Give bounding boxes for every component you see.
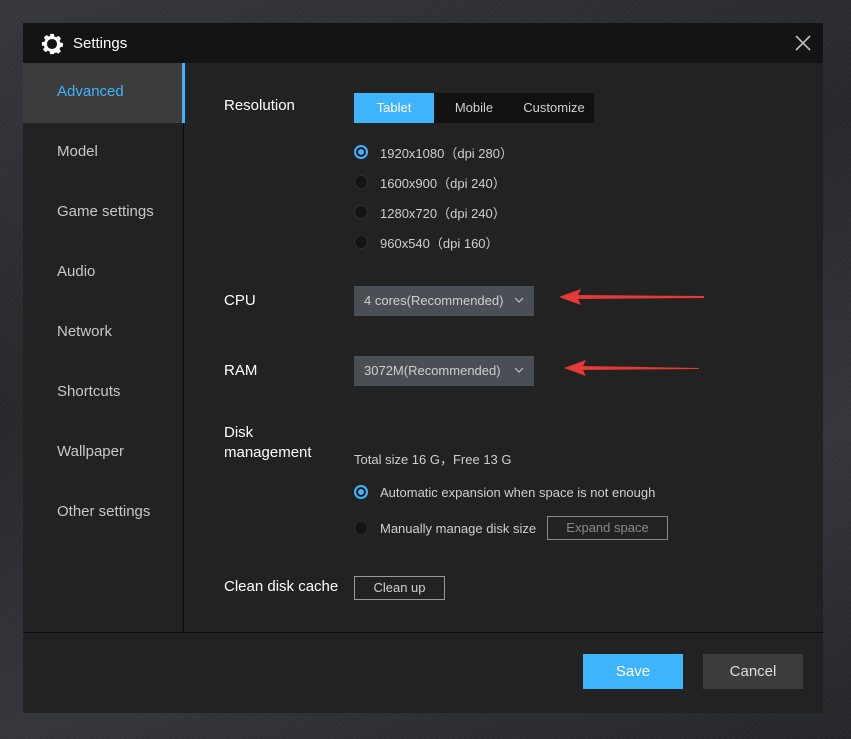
settings-dialog: Settings Advanced Model Game settings Au…: [23, 23, 823, 713]
radio-checked-icon[interactable]: [354, 485, 368, 499]
disk-size-info: Total size 16 G，Free 13 G: [354, 452, 512, 467]
sidebar-item-label: Network: [57, 323, 113, 340]
sidebar: Advanced Model Game settings Audio Netwo…: [23, 63, 185, 632]
radio-unchecked-icon[interactable]: [354, 235, 368, 249]
sidebar-item-advanced[interactable]: Advanced: [23, 63, 185, 123]
radio-checked-icon[interactable]: [354, 145, 368, 159]
sidebar-item-game-settings[interactable]: Game settings: [23, 183, 183, 243]
sidebar-item-model[interactable]: Model: [23, 123, 183, 183]
tab-mobile[interactable]: Mobile: [434, 93, 514, 123]
title-bar: Settings: [23, 23, 823, 63]
ram-select[interactable]: 3072M(Recommended): [354, 356, 534, 386]
chevron-down-icon: [514, 297, 524, 303]
resolution-option-label: 1280x720（dpi 240）: [380, 205, 506, 221]
resolution-label: Resolution: [224, 97, 295, 114]
tab-customize[interactable]: Customize: [514, 93, 594, 123]
sidebar-item-network[interactable]: Network: [23, 303, 183, 363]
cancel-button[interactable]: Cancel: [703, 654, 803, 689]
footer-divider: [23, 632, 823, 633]
chevron-down-icon: [514, 367, 524, 373]
sidebar-item-label: Model: [57, 143, 98, 160]
disk-option-label: Manually manage disk size: [380, 520, 537, 536]
sidebar-item-label: Advanced: [57, 83, 124, 100]
save-button[interactable]: Save: [583, 654, 683, 689]
resolution-option-label: 960x540（dpi 160）: [380, 235, 499, 251]
tab-tablet[interactable]: Tablet: [354, 93, 434, 123]
resolution-option-label: 1600x900（dpi 240）: [380, 175, 506, 191]
red-arrow-annotation: [564, 360, 699, 376]
disk-option-manual[interactable]: Manually manage disk size: [354, 518, 536, 538]
resolution-option[interactable]: 1920x1080（dpi 280）: [354, 142, 513, 162]
cpu-select-value: 4 cores(Recommended): [364, 293, 504, 308]
cpu-label: CPU: [224, 292, 256, 309]
radio-unchecked-icon[interactable]: [354, 521, 368, 535]
radio-unchecked-icon[interactable]: [354, 175, 368, 189]
disk-label-line: Disk: [224, 424, 254, 441]
disk-label-line: management: [224, 444, 312, 461]
clean-disk-cache-label: Clean disk cache: [224, 578, 339, 595]
sidebar-item-label: Game settings: [57, 203, 154, 220]
resolution-option[interactable]: 1280x720（dpi 240）: [354, 202, 506, 222]
sidebar-item-wallpaper[interactable]: Wallpaper: [23, 423, 183, 483]
disk-option-automatic[interactable]: Automatic expansion when space is not en…: [354, 482, 655, 502]
disk-management-label: Disk management: [224, 423, 312, 463]
clean-up-button[interactable]: Clean up: [354, 576, 445, 600]
sidebar-item-label: Wallpaper: [57, 443, 124, 460]
sidebar-item-label: Audio: [57, 263, 96, 280]
expand-space-button[interactable]: Expand space: [547, 516, 668, 540]
resolution-option[interactable]: 1600x900（dpi 240）: [354, 172, 506, 192]
red-arrow-annotation: [559, 289, 704, 305]
sidebar-item-shortcuts[interactable]: Shortcuts: [23, 363, 183, 423]
sidebar-item-audio[interactable]: Audio: [23, 243, 183, 303]
sidebar-item-label: Other settings: [57, 503, 151, 520]
gear-icon: [41, 33, 63, 55]
advanced-panel: Resolution Tablet Mobile Customize 1920x…: [184, 63, 823, 632]
close-icon[interactable]: [793, 33, 813, 53]
ram-label: RAM: [224, 362, 258, 379]
sidebar-item-label: Shortcuts: [57, 383, 121, 400]
ram-select-value: 3072M(Recommended): [364, 363, 501, 378]
disk-option-label: Automatic expansion when space is not en…: [380, 484, 656, 500]
resolution-option-label: 1920x1080（dpi 280）: [380, 145, 513, 161]
resolution-type-tabs: Tablet Mobile Customize: [354, 93, 594, 123]
resolution-option[interactable]: 960x540（dpi 160）: [354, 232, 499, 252]
radio-unchecked-icon[interactable]: [354, 205, 368, 219]
sidebar-item-other-settings[interactable]: Other settings: [23, 483, 183, 543]
window-title: Settings: [73, 35, 128, 52]
cpu-select[interactable]: 4 cores(Recommended): [354, 286, 534, 316]
